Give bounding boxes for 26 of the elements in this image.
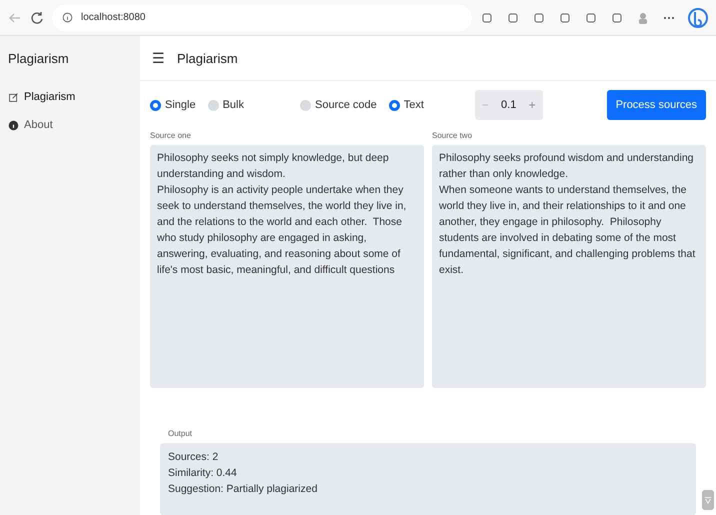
output-line: Sources: 2 <box>168 450 220 465</box>
sidebar-item[interactable]: Plagiarism <box>0 85 140 109</box>
address-bar[interactable]: localhost:8080 <box>52 4 472 30</box>
sidebar-item[interactable]: About <box>0 113 140 137</box>
radio-option[interactable]: Bulk <box>208 99 244 111</box>
page-title: Plagiarism <box>177 50 238 66</box>
output-line: Similarity: 0.44 <box>168 466 238 481</box>
copilot-icon[interactable] <box>688 8 708 28</box>
text-area[interactable]: Philosophy seeks profound wisdom and understanding rather than only knowledge. When someone wants to understand themselves, the world they live in, and their relationships to it and one another, they engage in philosophy. Philosophy students are involved in debating some of the most fundamental, significant, and challenging problems that exist. <box>432 145 706 388</box>
info-icon <box>8 120 19 130</box>
edit-icon <box>8 92 19 102</box>
radio-option[interactable]: Single <box>150 99 196 111</box>
process-button[interactable]: Process sources <box>606 90 706 120</box>
menu-icon[interactable]: ☰ <box>152 50 165 66</box>
field-label: Source one <box>150 131 192 142</box>
sidebar-title: Plagiarism <box>7 50 70 68</box>
output-line: Suggestion: Partially plagiarized <box>168 482 318 497</box>
radio-option[interactable]: Text <box>388 99 424 111</box>
threshold-value: 0.1 <box>501 99 516 111</box>
text-area[interactable]: Philosophy seeks not simply knowledge, but deep understanding and wisdom. Philosophy is an activity people undertake when they seek to understand themselves, the world they live in, and the relations to the world and each other. Those who study philosophy are engaged in asking, answering, evaluating, and reasoning about some of life's most basic, meaningful, and difficult questions <box>150 145 424 388</box>
info-icon <box>62 12 73 23</box>
field-label: Source two <box>432 131 474 142</box>
arrow-down-icon <box>704 496 712 504</box>
radio-option[interactable]: Source code <box>300 99 377 111</box>
reload-icon[interactable] <box>30 10 44 24</box>
output-label: Output <box>168 429 194 440</box>
